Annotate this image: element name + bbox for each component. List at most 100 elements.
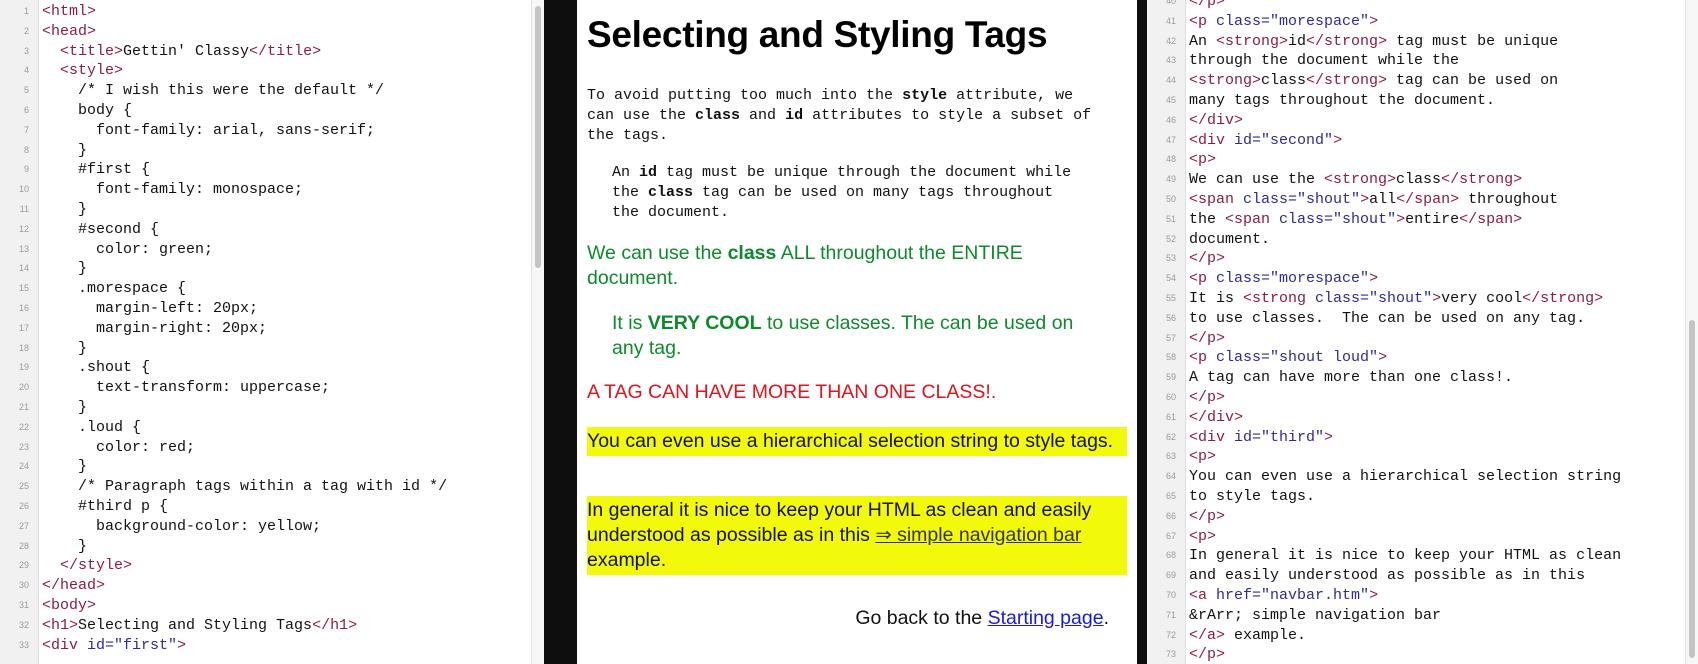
code-text: <p>	[1189, 527, 1217, 545]
code-line[interactable]: 13 color: green;	[0, 240, 544, 260]
code-line[interactable]: 63 <p>	[1147, 447, 1698, 467]
code-text: <strong>class</strong> tag can be used o…	[1189, 72, 1559, 90]
code-line[interactable]: 70 <a href="navbar.htm">	[1147, 586, 1698, 606]
code-line[interactable]: 20 text-transform: uppercase;	[0, 378, 544, 398]
code-line[interactable]: 55 It is <strong class="shout">very cool<…	[1147, 289, 1698, 309]
code-line[interactable]: 27 background-color: yellow;	[0, 517, 544, 537]
code-line[interactable]: 26 #third p {	[0, 497, 544, 517]
code-text: and easily understood as possible as in …	[1189, 567, 1586, 585]
code-text: </div>	[1189, 408, 1244, 426]
code-line[interactable]: 54 <p class="morespace">	[1147, 269, 1698, 289]
code-line[interactable]: 44 <strong>class</strong> tag can be used…	[1147, 71, 1698, 91]
code-line[interactable]: 59 A tag can have more than one class!.	[1147, 368, 1698, 388]
left-code-editor[interactable]: 1 <html> 2 <head> 3 <title>Gettin' Classy</t…	[0, 0, 544, 664]
second-text: We can use the	[587, 242, 728, 264]
line-number: 22	[18, 421, 29, 432]
code-lines: 1 <html> 2 <head> 3 <title>Gettin' Classy</t…	[0, 2, 544, 655]
code-line[interactable]: 30 </head>	[0, 576, 544, 596]
code-line[interactable]: 46 </div>	[1147, 111, 1698, 131]
right-code-editor[interactable]: 40 </p> 41 <p class="morespace"> 42 An <stron…	[1147, 0, 1698, 664]
code-line[interactable]: 15 .morespace {	[0, 279, 544, 299]
line-number: 61	[1165, 411, 1176, 422]
code-line[interactable]: 41 <p class="morespace">	[1147, 12, 1698, 32]
code-line[interactable]: 72 </a> example.	[1147, 626, 1698, 646]
code-line[interactable]: 64 You can even use a hierarchical select…	[1147, 467, 1698, 487]
code-line[interactable]: 42 An <strong>id</strong> tag must be uni…	[1147, 32, 1698, 52]
code-line[interactable]: 32 <h1>Selecting and Styling Tags</h1>	[0, 616, 544, 636]
vertical-scrollbar[interactable]	[1685, 0, 1698, 664]
code-text: </div>	[1189, 111, 1244, 129]
code-text: </p>	[1189, 388, 1226, 406]
line-number: 57	[1165, 332, 1176, 343]
code-line[interactable]: 5 /* I wish this were the default */	[0, 81, 544, 101]
line-number: 65	[1165, 490, 1176, 501]
line-number: 5	[23, 85, 29, 96]
code-line[interactable]: 2 <head>	[0, 22, 544, 42]
code-line[interactable]: 60 </p>	[1147, 388, 1698, 408]
code-line[interactable]: 68 In general it is nice to keep your HTM…	[1147, 546, 1698, 566]
code-line[interactable]: 17 margin-right: 20px;	[0, 319, 544, 339]
code-line[interactable]: 65 to style tags.	[1147, 487, 1698, 507]
code-line[interactable]: 18 }	[0, 339, 544, 359]
code-line[interactable]: 9 #first {	[0, 160, 544, 180]
code-line[interactable]: 4 <style>	[0, 61, 544, 81]
code-line[interactable]: 45 many tags throughout the document.	[1147, 91, 1698, 111]
line-number: 43	[1165, 55, 1176, 66]
line-number: 20	[18, 382, 29, 393]
code-line[interactable]: 19 .shout {	[0, 358, 544, 378]
code-line[interactable]: 1 <html>	[0, 2, 544, 22]
navbar-link[interactable]: ⇒ simple navigation bar	[875, 524, 1081, 546]
line-number: 1	[23, 6, 29, 16]
code-line[interactable]: 12 #second {	[0, 220, 544, 240]
code-line[interactable]: 67 <p>	[1147, 527, 1698, 547]
code-line[interactable]: 56 to use classes. The can be used on any…	[1147, 309, 1698, 329]
code-line[interactable]: 25 /* Paragraph tags within a tag with i…	[0, 477, 544, 497]
vertical-scrollbar[interactable]	[531, 0, 544, 664]
line-number: 17	[18, 322, 29, 333]
code-line[interactable]: 48 <p>	[1147, 150, 1698, 170]
code-line[interactable]: 73 </p>	[1147, 645, 1698, 664]
code-line[interactable]: 8 }	[0, 141, 544, 161]
starting-page-link[interactable]: Starting page	[988, 607, 1104, 629]
code-line[interactable]: 52 document.	[1147, 230, 1698, 250]
code-line[interactable]: 62 <div id="third">	[1147, 428, 1698, 448]
scrollbar-thumb[interactable]	[535, 6, 541, 268]
code-line[interactable]: 28 }	[0, 537, 544, 557]
code-line[interactable]: 51 the <span class="shout">entire</span>	[1147, 210, 1698, 230]
code-line[interactable]: 40 </p>	[1147, 0, 1698, 12]
third-paragraph-2: In general it is nice to keep your HTML …	[587, 496, 1127, 575]
code-lines: 40 </p> 41 <p class="morespace"> 42 An <stron…	[1147, 0, 1698, 664]
code-line[interactable]: 43 through the document while the	[1147, 51, 1698, 71]
code-line[interactable]: 7 font-family: arial, sans-serif;	[0, 121, 544, 141]
line-number: 71	[1165, 609, 1176, 620]
code-line[interactable]: 71 &rArr; simple navigation bar	[1147, 606, 1698, 626]
code-line[interactable]: 21 }	[0, 398, 544, 418]
code-line[interactable]: 16 margin-left: 20px;	[0, 299, 544, 319]
code-line[interactable]: 53 </p>	[1147, 249, 1698, 269]
code-line[interactable]: 6 body {	[0, 101, 544, 121]
browser-preview: Selecting and Styling Tags To avoid putt…	[577, 0, 1137, 664]
code-line[interactable]: 22 .loud {	[0, 418, 544, 438]
scrollbar-thumb[interactable]	[1689, 320, 1695, 658]
code-line[interactable]: 61 </div>	[1147, 408, 1698, 428]
code-line[interactable]: 14 }	[0, 259, 544, 279]
code-line[interactable]: 49 We can use the <strong>class</strong>	[1147, 170, 1698, 190]
code-line[interactable]: 31 <body>	[0, 596, 544, 616]
line-number: 27	[18, 520, 29, 531]
code-line[interactable]: 33 <div id="first">	[0, 636, 544, 656]
code-line[interactable]: 50 <span class="shout">all</span> through…	[1147, 190, 1698, 210]
code-text: many tags throughout the document.	[1189, 91, 1496, 109]
code-line[interactable]: 10 font-family: monospace;	[0, 180, 544, 200]
code-text: }	[42, 141, 88, 159]
code-line[interactable]: 24 }	[0, 457, 544, 477]
code-line[interactable]: 66 </p>	[1147, 507, 1698, 527]
code-line[interactable]: 11 }	[0, 200, 544, 220]
code-line[interactable]: 69 and easily understood as possible as i…	[1147, 566, 1698, 586]
code-line[interactable]: 23 color: red;	[0, 438, 544, 458]
code-line[interactable]: 47 <div id="second">	[1147, 131, 1698, 151]
code-line[interactable]: 3 <title>Gettin' Classy</title>	[0, 42, 544, 62]
code-line[interactable]: 57 </p>	[1147, 329, 1698, 349]
line-number: 13	[18, 243, 29, 254]
code-line[interactable]: 29 </style>	[0, 556, 544, 576]
code-line[interactable]: 58 <p class="shout loud">	[1147, 348, 1698, 368]
